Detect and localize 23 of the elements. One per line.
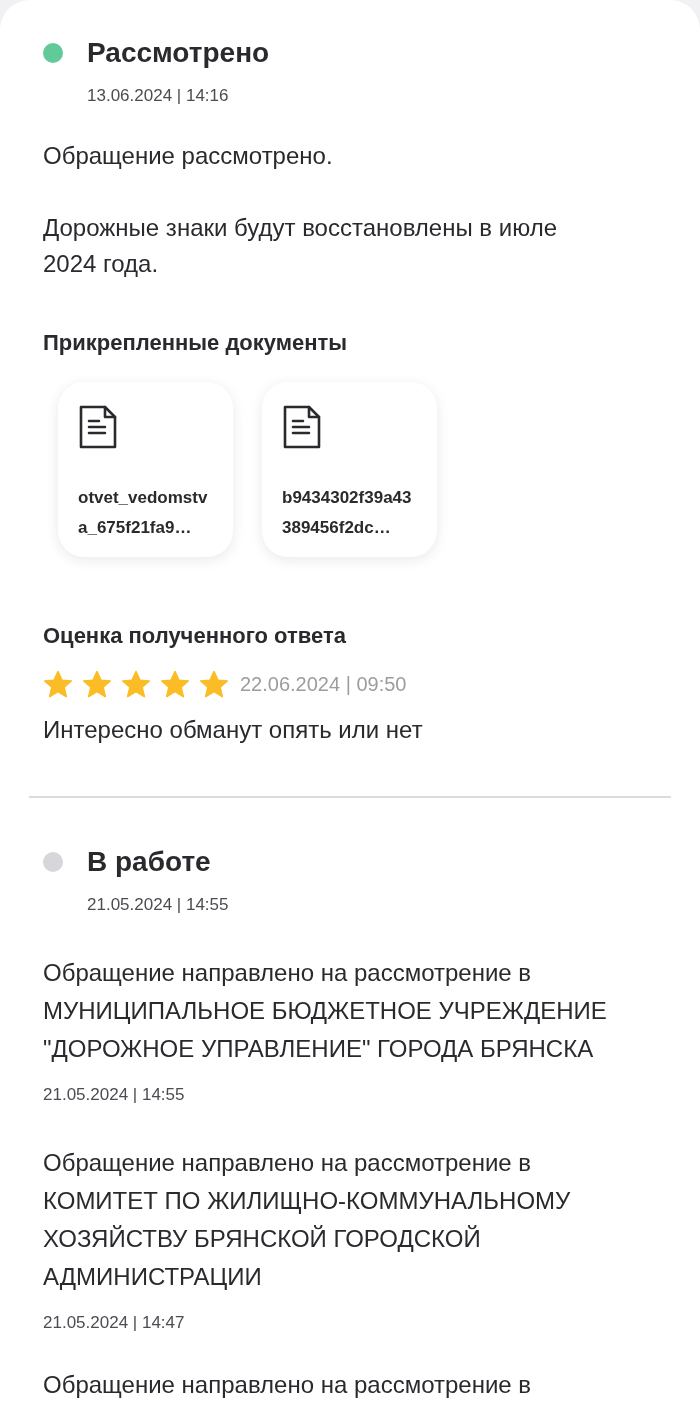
event-text: Обращение направлено на рассмотрение в КОМИТЕТ ПО ЖИЛИЩНО-КОММУНАЛЬНОМУ ХОЗЯЙСТВУ БРЯНСКОЙ ГОРОДСКОЙ АДМИНИСТРАЦИИ	[43, 1148, 572, 1292]
event-text: Обращение направлено на рассмотрение в МУНИЦИПАЛЬНОЕ БЮДЖЕТНОЕ УЧРЕЖДЕНИЕ "ДОРОЖНОЕ УПРАВЛЕНИЕ" ГОРОДА БРЯНСКА	[43, 958, 608, 1064]
star-icon	[121, 669, 151, 699]
status-title: В работе	[87, 845, 211, 879]
message-text: Обращение рассмотрено. Дорожные знаки будут восстановлены в июле 2024 года.	[43, 141, 558, 279]
event-text: Обращение направлено на рассмотрение в	[43, 1370, 533, 1400]
star-icon	[82, 669, 112, 699]
event-date: 21.05.2024 | 14:47	[43, 1312, 186, 1334]
rating-comment: Интересно обманут опять или нет	[43, 715, 424, 745]
star-icon	[43, 669, 73, 699]
attachment-card[interactable]: otvet_vedomstva_675f21fa9…	[58, 382, 233, 557]
status-title: Рассмотрено	[87, 36, 270, 70]
document-icon	[78, 404, 118, 450]
attachment-card[interactable]: b9434302f39a43389456f2dc…	[262, 382, 437, 557]
star-icon	[199, 669, 229, 699]
status-date: 13.06.2024 | 14:16	[87, 85, 230, 107]
status-date: 21.05.2024 | 14:55	[87, 894, 230, 916]
section-heading: Прикрепленные документы	[43, 329, 349, 357]
star-icon	[160, 669, 190, 699]
rating-date: 22.06.2024 | 09:50	[240, 672, 407, 697]
event-date: 21.05.2024 | 14:55	[43, 1084, 186, 1106]
document-icon	[282, 404, 322, 450]
section-heading: Оценка полученного ответа	[43, 622, 347, 650]
